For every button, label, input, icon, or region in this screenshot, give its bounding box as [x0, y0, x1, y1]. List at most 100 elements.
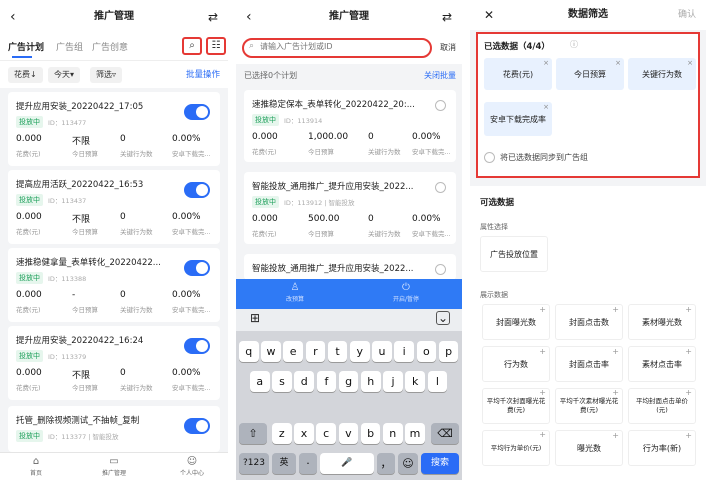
key-d[interactable]: d: [294, 371, 314, 392]
tab-campaign[interactable]: 广告计划: [8, 40, 44, 53]
key-h[interactable]: h: [361, 371, 381, 392]
data-tile[interactable]: 平均千次素材曝光花费(元) +: [555, 388, 623, 424]
nav-home[interactable]: ⌂ 首页: [16, 456, 56, 477]
remove-icon[interactable]: ×: [543, 102, 549, 113]
key-o[interactable]: o: [416, 341, 437, 362]
add-icon[interactable]: +: [685, 304, 692, 315]
data-tile[interactable]: 行为数 +: [482, 346, 550, 382]
close-icon[interactable]: ✕: [484, 0, 494, 30]
key-c[interactable]: c: [316, 423, 336, 444]
sync-checkbox[interactable]: [484, 152, 495, 163]
shift-key[interactable]: ⇧: [239, 423, 267, 444]
data-tile[interactable]: 素材点击率 +: [628, 346, 696, 382]
language-key[interactable]: 英: [272, 453, 296, 474]
key-t[interactable]: t: [327, 341, 348, 362]
nav-profile[interactable]: ☺ 个人中心: [172, 456, 212, 477]
data-tile[interactable]: 行为率(新) +: [628, 430, 696, 466]
add-icon[interactable]: +: [539, 430, 546, 439]
key-f[interactable]: f: [316, 371, 337, 392]
campaign-toggle[interactable]: [184, 338, 210, 354]
help-icon[interactable]: ⓘ: [570, 39, 578, 50]
close-batch-button[interactable]: 关闭批量: [424, 70, 456, 81]
change-budget-button[interactable]: ♙ 改预算: [280, 282, 310, 303]
numbers-key[interactable]: ?123: [239, 453, 269, 474]
key-l[interactable]: l: [427, 371, 448, 392]
toggle-status-button[interactable]: ⏻ 开启/暂停: [386, 282, 426, 303]
back-icon[interactable]: ‹: [246, 0, 252, 34]
add-icon[interactable]: +: [685, 388, 692, 397]
switch-icon[interactable]: ⇄: [442, 0, 452, 34]
campaign-card[interactable]: 智能投放_通用推广_提升应用安装_2022...: [244, 254, 456, 280]
data-tile[interactable]: 素材曝光数 +: [628, 304, 696, 340]
add-icon[interactable]: +: [612, 430, 619, 441]
key-m[interactable]: m: [405, 423, 425, 444]
key-j[interactable]: j: [383, 371, 403, 392]
key-u[interactable]: u: [372, 341, 392, 362]
add-icon[interactable]: +: [612, 388, 619, 397]
key-y[interactable]: y: [350, 341, 370, 362]
key-a[interactable]: a: [250, 371, 270, 392]
grid-icon[interactable]: ⊞: [250, 311, 260, 325]
key-p[interactable]: p: [438, 341, 459, 362]
space-key[interactable]: 🎤: [320, 453, 374, 474]
key-v[interactable]: v: [338, 423, 359, 444]
collapse-keyboard-icon[interactable]: ⌄: [436, 311, 450, 325]
selected-tile[interactable]: 关键行为数 ×: [628, 58, 696, 90]
add-icon[interactable]: +: [612, 304, 619, 315]
campaign-toggle[interactable]: [184, 418, 210, 434]
date-filter[interactable]: 今天▾: [48, 67, 81, 83]
key-g[interactable]: g: [338, 371, 359, 392]
add-icon[interactable]: +: [539, 304, 546, 315]
data-tile[interactable]: 封面点击率 +: [555, 346, 623, 382]
key-s[interactable]: s: [272, 371, 292, 392]
select-radio[interactable]: [435, 100, 446, 111]
add-icon[interactable]: +: [539, 388, 546, 397]
campaign-card[interactable]: 速推稳定保本_表单转化_20220422_20:... 投放中 ID：11391…: [244, 90, 456, 162]
campaign-card[interactable]: 智能投放_通用推广_提升应用安装_2022... 投放中 ID：113912 |…: [244, 172, 456, 244]
select-radio[interactable]: [435, 264, 446, 275]
selected-tile[interactable]: 安卓下载完成率 ×: [484, 102, 552, 136]
key-z[interactable]: z: [272, 423, 292, 444]
filter-button[interactable]: 筛选▿: [90, 67, 123, 83]
selected-tile[interactable]: 花费(元) ×: [484, 58, 552, 90]
campaign-toggle[interactable]: [184, 260, 210, 276]
cancel-button[interactable]: 取消: [440, 42, 456, 53]
key-e[interactable]: e: [283, 341, 303, 362]
data-tile[interactable]: 平均行为单价(元) +: [482, 430, 550, 466]
key-i[interactable]: i: [394, 341, 414, 362]
key-r[interactable]: r: [305, 341, 326, 362]
data-tile[interactable]: 平均封面点击单价(元) +: [628, 388, 696, 424]
search-key[interactable]: 搜索: [421, 453, 459, 474]
key-n[interactable]: n: [383, 423, 403, 444]
campaign-card[interactable]: 托管_删除视频测试_不抽帧_复制 投放中 ID：113377 | 智能投放: [8, 406, 220, 452]
sliders-icon[interactable]: ☷: [206, 37, 226, 55]
key-q[interactable]: q: [239, 341, 259, 362]
back-icon[interactable]: ‹: [10, 0, 16, 34]
switch-icon[interactable]: ⇄: [208, 0, 218, 34]
comma-key[interactable]: ，: [377, 453, 395, 474]
search-box[interactable]: ⌕: [242, 38, 432, 58]
campaign-card[interactable]: 提高应用活跃_20220422_16:53 投放中 ID：113437 0.00…: [8, 170, 220, 244]
remove-icon[interactable]: ×: [687, 58, 693, 69]
add-icon[interactable]: +: [612, 346, 619, 357]
nav-campaign[interactable]: ▭ 推广管理: [94, 456, 134, 477]
tab-creative[interactable]: 广告创意: [92, 40, 128, 53]
key-k[interactable]: k: [405, 371, 425, 392]
tab-adgroup[interactable]: 广告组: [56, 40, 83, 53]
campaign-toggle[interactable]: [184, 182, 210, 198]
delete-key[interactable]: ⌫: [431, 423, 459, 444]
campaign-card[interactable]: 提升应用安装_20220422_17:05 投放中 ID：113477 0.00…: [8, 92, 220, 166]
add-icon[interactable]: +: [539, 346, 546, 357]
add-icon[interactable]: +: [685, 346, 692, 357]
emoji-icon[interactable]: ☺: [398, 453, 418, 474]
selected-tile[interactable]: 今日预算 ×: [556, 58, 624, 90]
confirm-button[interactable]: 确认: [678, 0, 696, 30]
sort-cost-filter[interactable]: 花费↓: [8, 67, 43, 83]
campaign-card[interactable]: 速推稳健拿量_表单转化_20220422... 投放中 ID：113388 0.…: [8, 248, 220, 322]
key-x[interactable]: x: [294, 423, 314, 444]
campaign-toggle[interactable]: [184, 104, 210, 120]
remove-icon[interactable]: ×: [615, 58, 621, 69]
campaign-card[interactable]: 提升应用安装_20220422_16:24 投放中 ID：113379 0.00…: [8, 326, 220, 400]
select-radio[interactable]: [435, 182, 446, 193]
dot-key[interactable]: ·: [299, 453, 317, 474]
